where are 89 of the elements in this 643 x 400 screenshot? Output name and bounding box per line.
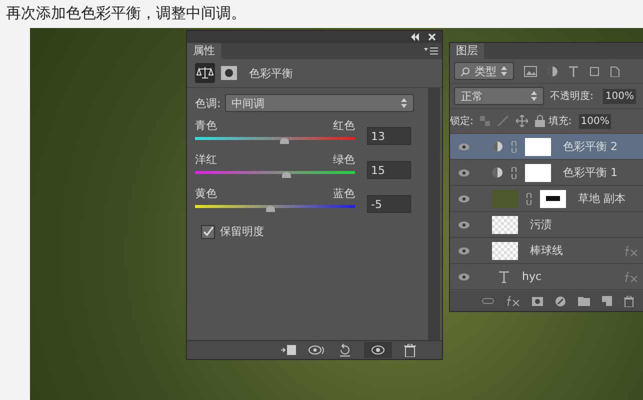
- grass-thumbnail: [492, 190, 518, 208]
- adjustment-icon[interactable]: [555, 296, 566, 306]
- scrollbar[interactable]: [428, 88, 440, 340]
- caption: 再次添加色色彩平衡，调整中间调。: [6, 3, 246, 23]
- layer-mask-thumbnail: [525, 164, 551, 182]
- eye-icon[interactable]: [458, 194, 470, 202]
- eye-icon: [371, 345, 385, 355]
- slider-label: 绿色: [333, 152, 355, 167]
- fx-icon[interactable]: [506, 296, 520, 306]
- slider-label: 红色: [333, 118, 355, 133]
- slider-label: 黄色: [195, 186, 217, 201]
- layer-name: 草地 副本: [578, 191, 626, 206]
- search-icon: [461, 66, 470, 76]
- slider-label: 洋红: [195, 152, 217, 167]
- eye-icon[interactable]: [458, 220, 470, 228]
- fx-icon[interactable]: [624, 246, 638, 256]
- tone-dropdown[interactable]: 中间调: [224, 94, 414, 112]
- eye-icon[interactable]: [458, 168, 470, 176]
- layer-name: 色彩平衡 2: [563, 139, 618, 154]
- layer-row[interactable]: 草地 副本: [450, 186, 643, 212]
- checkbox-label: 保留明度: [220, 224, 264, 239]
- visibility-button[interactable]: [364, 342, 392, 358]
- mask-icon[interactable]: [221, 66, 237, 80]
- eye-icon[interactable]: [458, 272, 470, 280]
- layer-row[interactable]: 污渍: [450, 212, 643, 238]
- transparent-thumbnail: [492, 216, 518, 234]
- layer-mask-thumbnail: [525, 138, 551, 156]
- spinner-arrows-icon: [401, 98, 407, 108]
- layer-name: 棒球线: [530, 243, 563, 258]
- slider-label: 蓝色: [333, 186, 355, 201]
- properties-tab[interactable]: 属性: [187, 43, 221, 59]
- layer-mask-thumbnail: [540, 190, 566, 208]
- folder-icon[interactable]: [578, 296, 590, 306]
- link-icon[interactable]: [511, 166, 517, 178]
- link-icon[interactable]: [482, 298, 494, 304]
- panel-menu-icon[interactable]: [424, 47, 438, 55]
- layer-row[interactable]: 棒球线: [450, 238, 643, 264]
- clip-to-layer-icon[interactable]: [280, 344, 296, 356]
- opacity-label: 不透明度:: [550, 90, 594, 103]
- transparent-thumbnail: [492, 242, 518, 260]
- spinner-arrows-icon: [531, 91, 537, 101]
- eye-icon[interactable]: [458, 142, 470, 150]
- slider-label: 青色: [195, 118, 217, 133]
- checkbox[interactable]: [201, 224, 215, 238]
- value-field[interactable]: -5: [367, 195, 411, 213]
- adjustment-filter-icon[interactable]: [547, 66, 558, 76]
- trash-icon[interactable]: [404, 344, 416, 356]
- collapse-icon[interactable]: [410, 33, 420, 41]
- fx-icon[interactable]: [624, 272, 638, 282]
- text-layer-icon: [498, 270, 510, 282]
- slider-thumb[interactable]: [280, 138, 290, 144]
- fill-label: 填充:: [548, 114, 572, 128]
- fill-field[interactable]: 100%: [578, 114, 612, 128]
- close-icon[interactable]: [428, 33, 436, 41]
- layer-name: hyc: [522, 270, 542, 283]
- mask-icon[interactable]: [532, 296, 543, 306]
- layer-name: 污渍: [530, 217, 552, 232]
- lock-label: 锁定:: [450, 114, 474, 128]
- balance-scale-icon: [195, 63, 215, 83]
- layers-tab[interactable]: 图层: [450, 43, 484, 59]
- trash-icon[interactable]: [624, 296, 634, 306]
- adjustment-icon: [492, 167, 503, 178]
- shape-filter-icon[interactable]: [589, 66, 600, 76]
- spinner-arrows-icon: [501, 66, 507, 76]
- link-icon[interactable]: [511, 140, 517, 152]
- reset-icon[interactable]: [338, 343, 352, 357]
- eye-cycle-icon[interactable]: [308, 344, 326, 356]
- value-field[interactable]: 15: [367, 161, 411, 179]
- smart-object-filter-icon[interactable]: [610, 66, 620, 76]
- eye-icon[interactable]: [458, 246, 470, 254]
- link-icon[interactable]: [526, 192, 532, 204]
- lock-icon[interactable]: [535, 115, 546, 127]
- blend-mode-dropdown[interactable]: 正常: [454, 87, 544, 105]
- tone-label: 色调:: [195, 96, 221, 110]
- layer-name: 色彩平衡 1: [563, 165, 618, 180]
- value-field[interactable]: 13: [367, 127, 411, 145]
- image-filter-icon[interactable]: [524, 66, 537, 76]
- move-icon[interactable]: [516, 115, 528, 127]
- new-layer-icon[interactable]: [602, 296, 612, 306]
- layer-row[interactable]: hyc: [450, 264, 643, 290]
- text-filter-icon[interactable]: [568, 66, 579, 76]
- slider-thumb[interactable]: [266, 206, 275, 212]
- layer-row[interactable]: 色彩平衡 2: [450, 134, 643, 160]
- layer-row[interactable]: 色彩平衡 1: [450, 160, 643, 186]
- adjustment-icon: [492, 141, 503, 152]
- opacity-field[interactable]: 100%: [603, 88, 636, 104]
- slider-thumb[interactable]: [282, 172, 291, 178]
- adjustment-title: 色彩平衡: [249, 66, 293, 80]
- filter-dropdown[interactable]: 类型: [454, 62, 514, 80]
